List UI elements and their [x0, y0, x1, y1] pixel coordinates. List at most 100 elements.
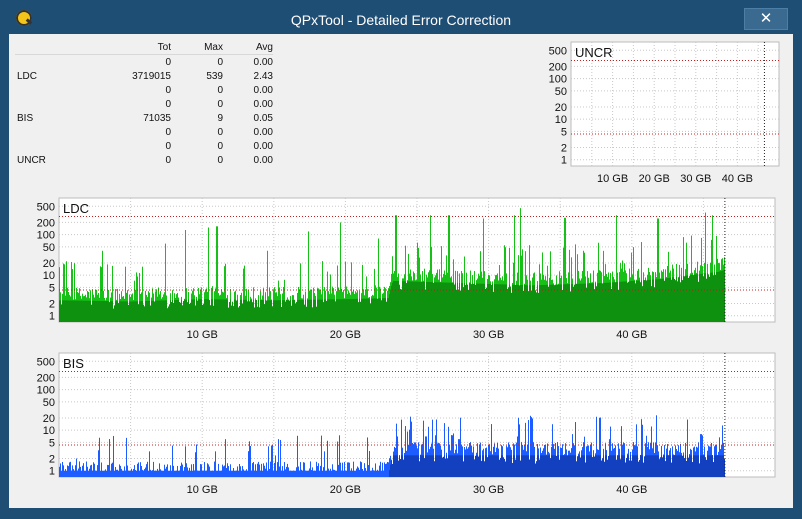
bis-bar — [194, 470, 195, 477]
ldc-bar-core — [216, 299, 217, 322]
bis-ytick-label: 100 — [37, 385, 55, 397]
ldc-bar-core — [154, 301, 155, 322]
ldc-bar-core — [317, 299, 318, 322]
ldc-bar-core — [639, 280, 640, 322]
ldc-bar-core — [493, 291, 494, 322]
ldc-bar-core — [713, 275, 714, 322]
bis-bar-core — [467, 455, 468, 477]
bis-bar — [145, 467, 146, 477]
ldc-ytick-label: 2 — [49, 299, 55, 311]
bis-bar-core — [542, 455, 543, 477]
ldc-bar-core — [59, 300, 60, 322]
ldc-bar-core — [165, 300, 166, 322]
ldc-bar-core — [197, 300, 198, 322]
ldc-bar-core — [144, 306, 145, 322]
bis-bar — [379, 465, 380, 477]
bis-bar-core — [392, 464, 393, 477]
bis-bar-core — [405, 455, 406, 477]
bis-bar — [253, 462, 254, 477]
ldc-bar-core — [412, 281, 413, 322]
bis-bar — [186, 463, 187, 477]
bis-bar-core — [422, 455, 423, 477]
ldc-bar-core — [277, 300, 278, 322]
ldc-bar-core — [343, 299, 344, 322]
ldc-bar-core — [384, 298, 385, 322]
bis-bar — [276, 470, 277, 477]
bis-bar — [163, 470, 164, 477]
ldc-bar-core — [406, 283, 407, 322]
bis-bar-core — [474, 459, 475, 477]
bis-bar — [142, 469, 143, 477]
ldc-bar-core — [242, 303, 243, 322]
ldc-bar-core — [137, 301, 138, 322]
bis-bar — [144, 469, 145, 477]
bis-bar-core — [641, 455, 642, 477]
bis-bar — [294, 470, 295, 477]
ldc-bar-core — [312, 307, 313, 322]
bis-bar — [98, 450, 99, 477]
ldc-bar-core — [609, 282, 610, 322]
bis-bar — [244, 470, 245, 477]
ldc-bar-core — [64, 300, 65, 322]
ldc-bar-core — [193, 299, 194, 322]
ldc-bar-core — [552, 284, 553, 322]
ldc-bar-core — [362, 298, 363, 322]
ldc-bar-core — [657, 279, 658, 322]
bis-bar-core — [455, 455, 456, 477]
ldc-bar-core — [301, 299, 302, 322]
ldc-bar-core — [369, 298, 370, 322]
ldc-bar-core — [370, 303, 371, 322]
ldc-bar-core — [398, 281, 399, 322]
ldc-bar-core — [436, 282, 437, 322]
ldc-bar-core — [169, 304, 170, 322]
ldc-bar-core — [601, 283, 602, 322]
title-bar[interactable]: QPxTool - Detailed Error Correction ✕ — [0, 0, 802, 34]
stats-row: UNCR 0 0 0.00 — [15, 153, 273, 167]
bis-bar-core — [545, 455, 546, 477]
ldc-bar-core — [530, 285, 531, 322]
bis-bar — [119, 464, 120, 477]
uncr-ytick-label: 20 — [555, 102, 567, 114]
bis-bar — [326, 470, 327, 477]
uncr-xtick-label: 40 GB — [722, 173, 753, 185]
ldc-bar-core — [393, 280, 394, 322]
bis-bar — [70, 461, 71, 477]
ldc-bar-core — [263, 300, 264, 322]
bis-bar — [280, 439, 281, 477]
bis-bar — [243, 469, 244, 477]
ldc-bar-core — [419, 281, 420, 322]
bis-bar — [128, 470, 129, 477]
ldc-bar-core — [531, 290, 532, 322]
ldc-bar-core — [363, 298, 364, 322]
row-max: 0 — [217, 98, 223, 110]
ldc-bar-core — [564, 284, 565, 322]
ldc-bar-core — [126, 301, 127, 322]
bis-bar-core — [569, 455, 570, 477]
bis-bar — [179, 470, 180, 477]
bis-bar-core — [584, 455, 585, 477]
ldc-bar-core — [681, 276, 682, 322]
ldc-bar-core — [702, 273, 703, 322]
bis-bar-core — [674, 455, 675, 477]
ldc-bar-core — [285, 301, 286, 322]
ldc-bar-core — [401, 289, 402, 322]
ldc-bar-core — [510, 286, 511, 322]
ldc-bar-core — [198, 299, 199, 322]
ldc-bar-core — [151, 300, 152, 322]
bis-bar-core — [471, 455, 472, 477]
ldc-bar-core — [709, 276, 710, 322]
bis-bar-core — [666, 455, 667, 477]
close-button[interactable]: ✕ — [744, 8, 788, 30]
bis-bar-core — [512, 463, 513, 477]
ldc-bar-core — [400, 288, 401, 322]
bis-bar — [303, 462, 304, 477]
bis-bar — [258, 461, 259, 477]
ldc-bar-core — [388, 298, 389, 322]
bis-bar-core — [581, 455, 582, 477]
bis-bar — [130, 470, 131, 477]
ldc-bar-core — [492, 284, 493, 322]
bis-bar-core — [493, 455, 494, 477]
ldc-bar-core — [77, 300, 78, 322]
bis-bar — [366, 470, 367, 477]
bis-bar-core — [669, 455, 670, 477]
